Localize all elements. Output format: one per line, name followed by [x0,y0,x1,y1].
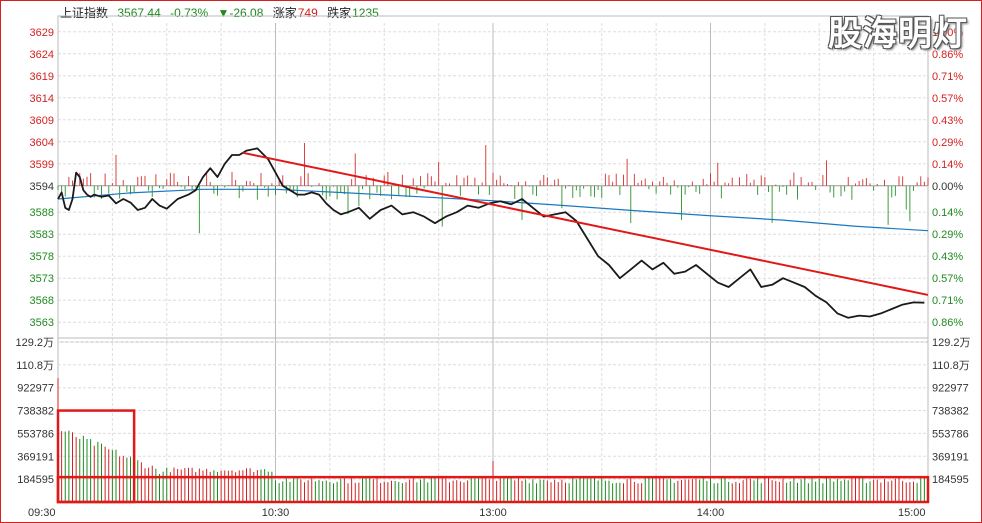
price-tick-label: 3563 [30,317,54,329]
price-tick-label: 3594 [30,181,54,193]
volume-tick-label: 110.8万 [16,360,54,372]
price-line [57,147,925,319]
price-tick-label: 3609 [30,115,54,127]
volume-tick-label-right: 738382 [932,406,969,418]
percent-tick-label: 0.14% [932,159,963,171]
time-tick-label: 10:30 [262,507,290,519]
outer-frame [0,0,982,523]
price-tick-label: 3568 [30,295,54,307]
volume-tick-label: 553786 [17,428,54,440]
time-tick-label: 15:00 [898,507,926,519]
price-tick-label: 3573 [30,273,54,285]
percent-tick-label: 0.00% [932,181,963,193]
percent-tick-label: 0.43% [932,115,963,127]
percent-tick-label: 0.86% [932,317,963,329]
volume-tick-label-right: 553786 [932,428,969,440]
volume-tick-label-right: 110.8万 [932,360,970,372]
price-tick-label: 3578 [30,251,54,263]
percent-tick-label: 0.71% [932,71,963,83]
price-tick-label: 3583 [30,229,54,241]
time-tick-label: 14:00 [697,507,725,519]
volume-tick-label: 922977 [17,383,54,395]
watermark-logo: 股海明灯 [828,15,968,53]
volume-tick-label-right: 184595 [932,474,969,486]
percent-tick-label: 0.57% [932,273,963,285]
price-tick-label: 3619 [30,71,54,83]
volume-tick-label-right: 922977 [932,383,969,395]
percent-tick-label: 0.71% [932,295,963,307]
time-tick-label: 13:00 [479,507,507,519]
price-tick-label: 3624 [30,49,54,61]
percent-tick-label: 0.29% [932,229,963,241]
time-tick-label: 09:30 [28,507,56,519]
volume-tick-label-right: 129.2万 [932,337,971,349]
price-tick-label: 3629 [30,27,54,39]
percent-tick-label: 0.57% [932,93,963,105]
percent-tick-label: 0.43% [932,251,963,263]
price-tick-label: 3599 [30,159,54,171]
intraday-chart: 3629 1.00%3624 0.86%3619 0.71%3614 0.57%3609… [0,0,982,523]
price-tick-label: 3604 [30,137,54,149]
percent-tick-label: 0.14% [932,207,963,219]
volume-tick-label: 738382 [17,406,54,418]
percent-tick-label: 0.29% [932,137,963,149]
volume-tick-label-right: 369191 [932,451,969,463]
price-tick-label: 3588 [30,207,54,219]
volume-tick-label: 129.2万 [15,337,54,349]
volume-tick-label: 184595 [17,474,54,486]
volume-tick-label: 369191 [17,451,54,463]
price-tick-label: 3614 [30,93,54,105]
